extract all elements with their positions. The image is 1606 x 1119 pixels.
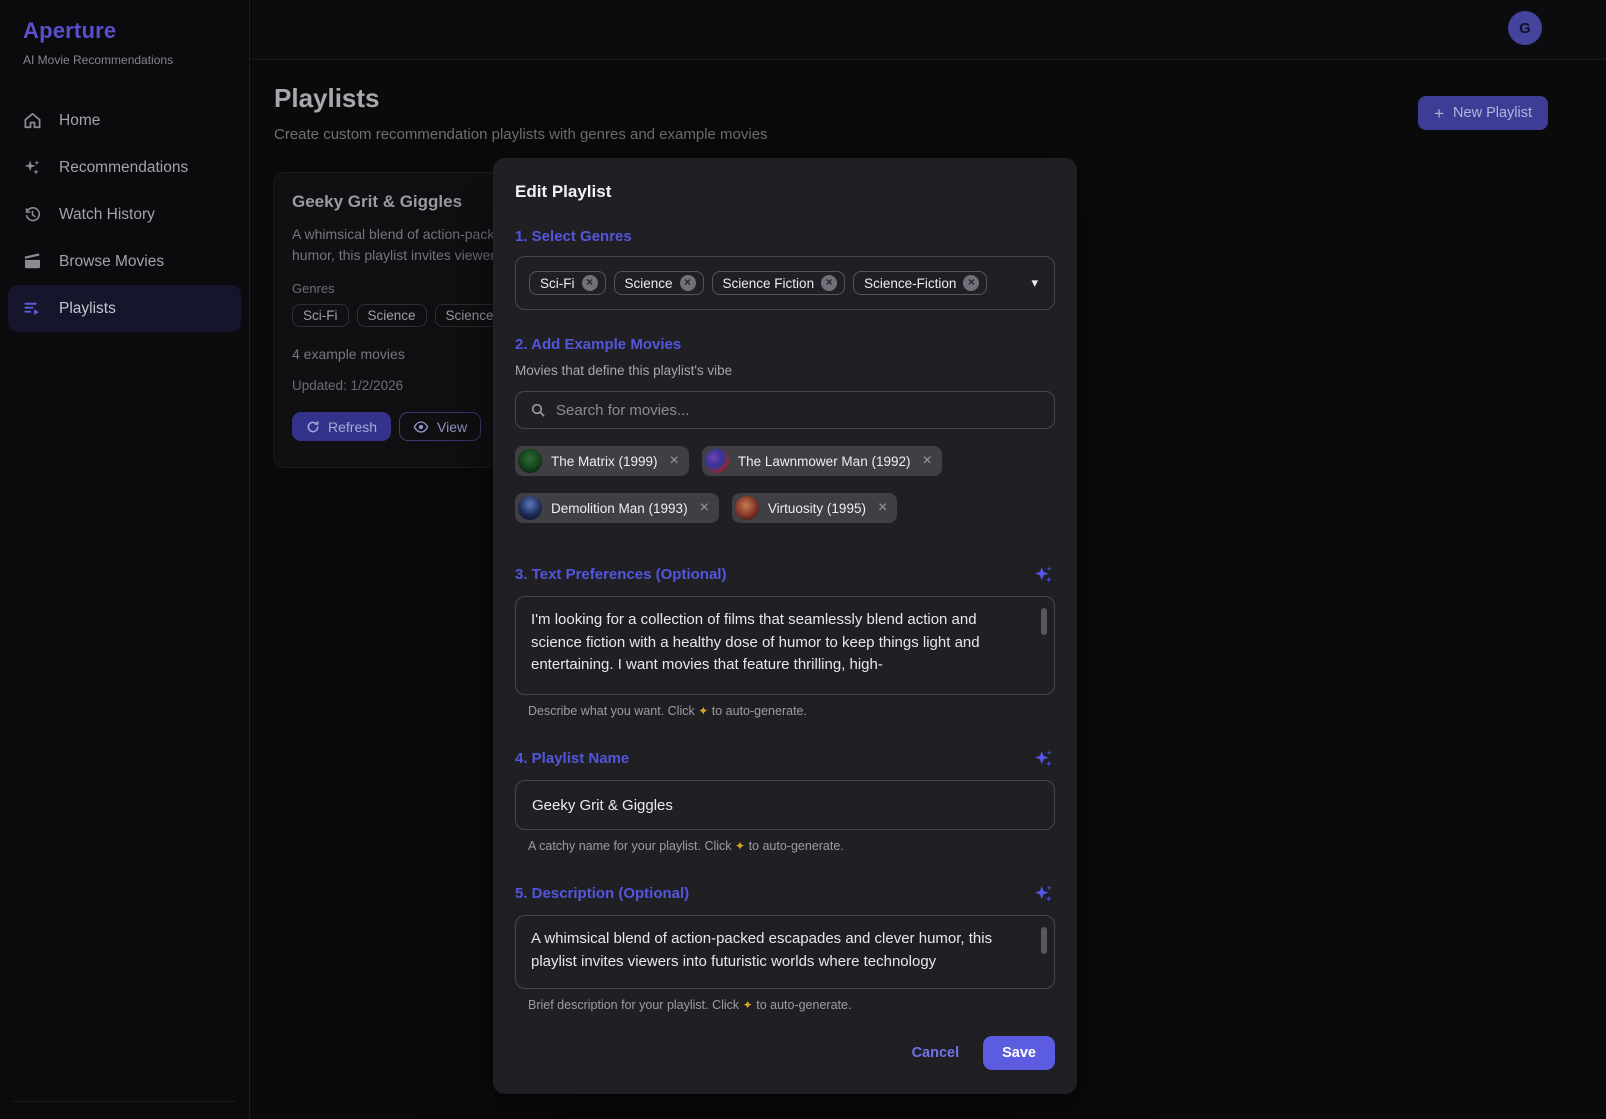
- playlist-name-input[interactable]: Geeky Grit & Giggles: [515, 780, 1055, 830]
- sidebar-item-home[interactable]: Home: [8, 97, 241, 144]
- sparkle-emoji-icon: ✦: [743, 998, 753, 1012]
- remove-genre-icon[interactable]: ×: [680, 275, 696, 291]
- page-header: Playlists Create custom recommendation p…: [250, 60, 1606, 143]
- page-subtitle: Create custom recommendation playlists w…: [274, 126, 1548, 143]
- remove-movie-icon[interactable]: ×: [878, 499, 887, 517]
- selected-genre-chip: Science ×: [614, 271, 704, 295]
- remove-genre-icon[interactable]: ×: [582, 275, 598, 291]
- sparkle-emoji-icon: ✦: [735, 839, 745, 853]
- view-button[interactable]: View: [399, 412, 481, 441]
- name-helper: A catchy name for your playlist. Click ✦…: [528, 839, 1055, 853]
- user-avatar[interactable]: G: [1508, 11, 1542, 45]
- movies-section-subtitle: Movies that define this playlist's vibe: [515, 363, 1055, 378]
- sidebar: Aperture AI Movie Recommendations Home R…: [0, 0, 250, 1119]
- remove-movie-icon[interactable]: ×: [700, 499, 709, 517]
- sparkle-emoji-icon: ✦: [698, 704, 708, 718]
- home-icon: [23, 111, 42, 130]
- sidebar-item-label: Recommendations: [59, 159, 188, 177]
- chevron-down-icon: ▾: [1031, 275, 1038, 291]
- topbar: G: [250, 0, 1606, 60]
- movie-chip: Virtuosity (1995) ×: [732, 493, 897, 523]
- search-icon: [530, 402, 546, 418]
- auto-generate-name-button[interactable]: [1033, 747, 1055, 769]
- movie-poster-thumb: [705, 449, 729, 473]
- preferences-helper: Describe what you want. Click ✦ to auto-…: [528, 704, 1055, 718]
- genre-select[interactable]: Sci-Fi × Science × Science Fiction × Sci…: [515, 256, 1055, 310]
- refresh-icon: [306, 420, 320, 434]
- sparkles-icon: [23, 158, 42, 177]
- movies-section-heading: 2. Add Example Movies: [515, 336, 681, 353]
- movie-search-input[interactable]: Search for movies...: [515, 391, 1055, 429]
- remove-genre-icon[interactable]: ×: [963, 275, 979, 291]
- refresh-button[interactable]: Refresh: [292, 412, 391, 441]
- sidebar-divider: [13, 1101, 236, 1102]
- movie-poster-thumb: [518, 449, 542, 473]
- remove-movie-icon[interactable]: ×: [670, 452, 679, 470]
- app-root: Aperture AI Movie Recommendations Home R…: [0, 0, 1606, 1119]
- auto-generate-preferences-button[interactable]: [1033, 563, 1055, 585]
- preferences-textarea[interactable]: I'm looking for a collection of films th…: [515, 596, 1055, 695]
- sidebar-item-label: Home: [59, 112, 100, 130]
- genres-section-heading: 1. Select Genres: [515, 228, 632, 245]
- movie-poster-thumb: [518, 496, 542, 520]
- page-title: Playlists: [274, 83, 1548, 114]
- selected-genre-chip: Science Fiction ×: [712, 271, 846, 295]
- selected-genre-chip: Science-Fiction ×: [853, 271, 987, 295]
- remove-genre-icon[interactable]: ×: [821, 275, 837, 291]
- movie-poster-thumb: [735, 496, 759, 520]
- description-helper: Brief description for your playlist. Cli…: [528, 998, 1055, 1012]
- selected-genre-chip: Sci-Fi ×: [529, 271, 606, 295]
- movie-chip: The Matrix (1999) ×: [515, 446, 689, 476]
- selected-movies: The Matrix (1999) × The Lawnmower Man (1…: [515, 446, 1055, 523]
- app-logo: Aperture: [23, 18, 226, 44]
- modal-title: Edit Playlist: [515, 182, 1055, 202]
- eye-icon: [413, 419, 429, 435]
- app-tagline: AI Movie Recommendations: [23, 53, 226, 67]
- sidebar-item-label: Browse Movies: [59, 253, 164, 271]
- description-textarea[interactable]: A whimsical blend of action-packed escap…: [515, 915, 1055, 989]
- sidebar-item-recommendations[interactable]: Recommendations: [8, 144, 241, 191]
- movie-chip: Demolition Man (1993) ×: [515, 493, 719, 523]
- sidebar-item-label: Playlists: [59, 300, 116, 318]
- sidebar-item-browse-movies[interactable]: Browse Movies: [8, 238, 241, 285]
- preferences-section-heading: 3. Text Preferences (Optional): [515, 566, 726, 583]
- clapperboard-icon: [23, 252, 42, 271]
- sidebar-item-watch-history[interactable]: Watch History: [8, 191, 241, 238]
- textarea-scrollbar[interactable]: [1041, 927, 1047, 954]
- sidebar-item-label: Watch History: [59, 206, 155, 224]
- name-section-heading: 4. Playlist Name: [515, 750, 629, 767]
- sidebar-item-playlists[interactable]: Playlists: [8, 285, 241, 332]
- auto-generate-description-button[interactable]: [1033, 882, 1055, 904]
- genre-chip: Sci-Fi: [292, 304, 349, 327]
- remove-movie-icon[interactable]: ×: [922, 452, 931, 470]
- description-section-heading: 5. Description (Optional): [515, 885, 689, 902]
- playlist-icon: [23, 299, 42, 318]
- new-playlist-button[interactable]: + New Playlist: [1418, 96, 1548, 130]
- edit-playlist-modal: Edit Playlist 1. Select Genres Sci-Fi × …: [493, 158, 1077, 1094]
- history-clock-icon: [23, 205, 42, 224]
- textarea-scrollbar[interactable]: [1041, 608, 1047, 635]
- modal-footer: Cancel Save: [515, 1036, 1055, 1070]
- sidebar-nav: Home Recommendations Watch History Brows…: [0, 97, 249, 332]
- plus-icon: +: [1434, 105, 1444, 122]
- cancel-button[interactable]: Cancel: [912, 1045, 960, 1061]
- save-button[interactable]: Save: [983, 1036, 1055, 1070]
- movie-chip: The Lawnmower Man (1992) ×: [702, 446, 942, 476]
- genre-chip: Science: [357, 304, 427, 327]
- search-placeholder: Search for movies...: [556, 402, 689, 419]
